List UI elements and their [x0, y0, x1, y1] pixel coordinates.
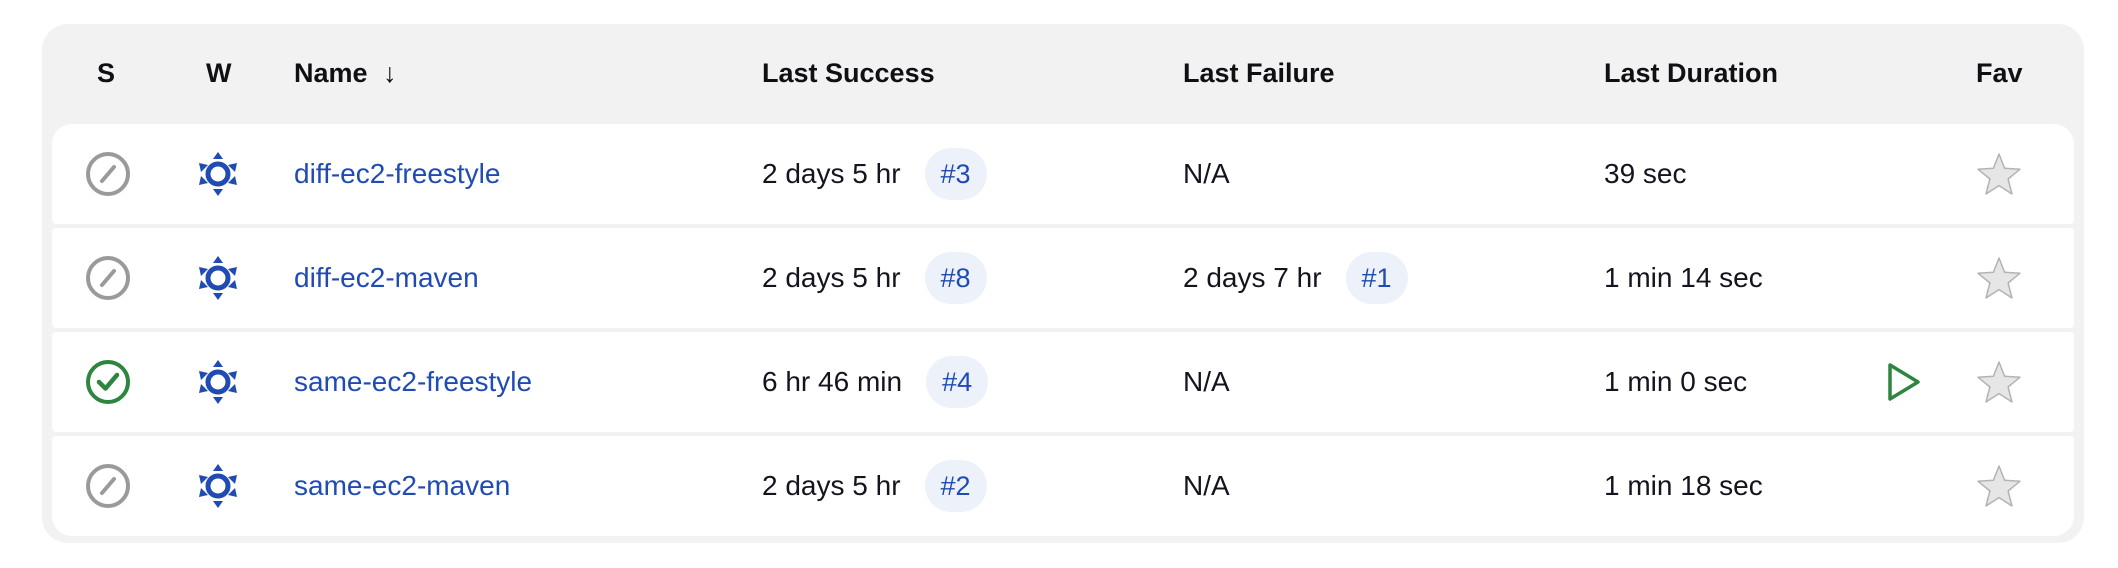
disabled-status-icon [86, 256, 130, 300]
last-failure-cell: N/A [1183, 124, 1230, 224]
last-failure-cell: N/A [1183, 436, 1230, 536]
last-failure-cell: 2 days 7 hr #1 [1183, 228, 1408, 328]
job-name-cell: diff-ec2-freestyle [294, 124, 500, 224]
schedule-build-play-icon[interactable] [1886, 362, 1922, 402]
star-icon[interactable] [1976, 360, 2022, 404]
sunny-weather-icon [199, 256, 237, 300]
sunny-weather-icon [199, 360, 237, 404]
sunny-weather-icon [199, 464, 237, 508]
last-success-cell: 2 days 5 hr #8 [762, 228, 987, 328]
success-status-icon [86, 360, 130, 404]
last-failure-cell: N/A [1183, 332, 1230, 432]
status-cell [84, 436, 136, 536]
status-cell [84, 124, 136, 224]
last-failure-time: 2 days 7 hr [1183, 262, 1322, 293]
last-duration-value: 1 min 0 sec [1604, 366, 1748, 397]
last-duration-cell: 39 sec [1604, 124, 1687, 224]
weather-cell [194, 436, 246, 536]
job-link[interactable]: diff-ec2-maven [294, 262, 479, 294]
disabled-status-icon [86, 464, 130, 508]
fav-cell [1976, 436, 2026, 536]
job-name-cell: same-ec2-freestyle [294, 332, 532, 432]
table-header: S W Name ↓ Last Success Last Failure Las… [42, 24, 2084, 122]
column-header-last-success[interactable]: Last Success [762, 24, 935, 122]
last-success-cell: 2 days 5 hr #3 [762, 124, 987, 224]
last-duration-value: 39 sec [1604, 158, 1687, 189]
job-link[interactable]: diff-ec2-freestyle [294, 158, 500, 190]
sunny-weather-icon [199, 152, 237, 196]
last-duration-value: 1 min 18 sec [1604, 470, 1763, 501]
column-header-name-label: Name [294, 58, 368, 88]
jobs-table: S W Name ↓ Last Success Last Failure Las… [42, 24, 2084, 543]
weather-cell [194, 124, 246, 224]
star-icon[interactable] [1976, 464, 2022, 508]
last-success-time: 2 days 5 hr [762, 262, 901, 293]
column-header-status[interactable]: S [97, 24, 115, 122]
last-success-build-link[interactable]: #8 [924, 252, 987, 304]
last-duration-value: 1 min 14 sec [1604, 262, 1763, 293]
table-row: diff-ec2-freestyle 2 days 5 hr #3 N/A 39… [52, 124, 2074, 224]
column-header-last-failure[interactable]: Last Failure [1183, 24, 1335, 122]
star-icon[interactable] [1976, 152, 2022, 196]
fav-cell [1976, 228, 2026, 328]
last-duration-cell: 1 min 0 sec [1604, 332, 1747, 432]
job-name-cell: diff-ec2-maven [294, 228, 479, 328]
table-row: same-ec2-freestyle 6 hr 46 min #4 N/A 1 … [52, 332, 2074, 432]
last-success-time: 6 hr 46 min [762, 366, 903, 397]
column-header-weather[interactable]: W [206, 24, 231, 122]
fav-cell [1976, 124, 2026, 224]
disabled-status-icon [86, 152, 130, 196]
status-cell [84, 332, 136, 432]
star-icon[interactable] [1976, 256, 2022, 300]
run-cell [1886, 332, 1930, 432]
last-success-build-link[interactable]: #3 [924, 148, 987, 200]
last-success-time: 2 days 5 hr [762, 470, 901, 501]
last-success-time: 2 days 5 hr [762, 158, 901, 189]
last-success-build-link[interactable]: #4 [926, 356, 989, 408]
last-failure-build-link[interactable]: #1 [1345, 252, 1408, 304]
column-header-name[interactable]: Name ↓ [294, 24, 397, 122]
fav-cell [1976, 332, 2026, 432]
status-cell [84, 228, 136, 328]
last-success-cell: 2 days 5 hr #2 [762, 436, 987, 536]
column-header-last-duration[interactable]: Last Duration [1604, 24, 1778, 122]
last-failure-time: N/A [1183, 366, 1230, 397]
job-link[interactable]: same-ec2-maven [294, 470, 510, 502]
weather-cell [194, 332, 246, 432]
last-duration-cell: 1 min 14 sec [1604, 228, 1763, 328]
last-success-build-link[interactable]: #2 [924, 460, 987, 512]
sort-arrow-icon: ↓ [383, 58, 397, 88]
weather-cell [194, 228, 246, 328]
last-failure-time: N/A [1183, 158, 1230, 189]
column-header-fav[interactable]: Fav [1976, 24, 2023, 122]
last-success-cell: 6 hr 46 min #4 [762, 332, 989, 432]
last-duration-cell: 1 min 18 sec [1604, 436, 1763, 536]
table-row: same-ec2-maven 2 days 5 hr #2 N/A 1 min … [52, 436, 2074, 536]
table-row: diff-ec2-maven 2 days 5 hr #8 2 days 7 h… [52, 228, 2074, 328]
job-name-cell: same-ec2-maven [294, 436, 510, 536]
last-failure-time: N/A [1183, 470, 1230, 501]
job-link[interactable]: same-ec2-freestyle [294, 366, 532, 398]
